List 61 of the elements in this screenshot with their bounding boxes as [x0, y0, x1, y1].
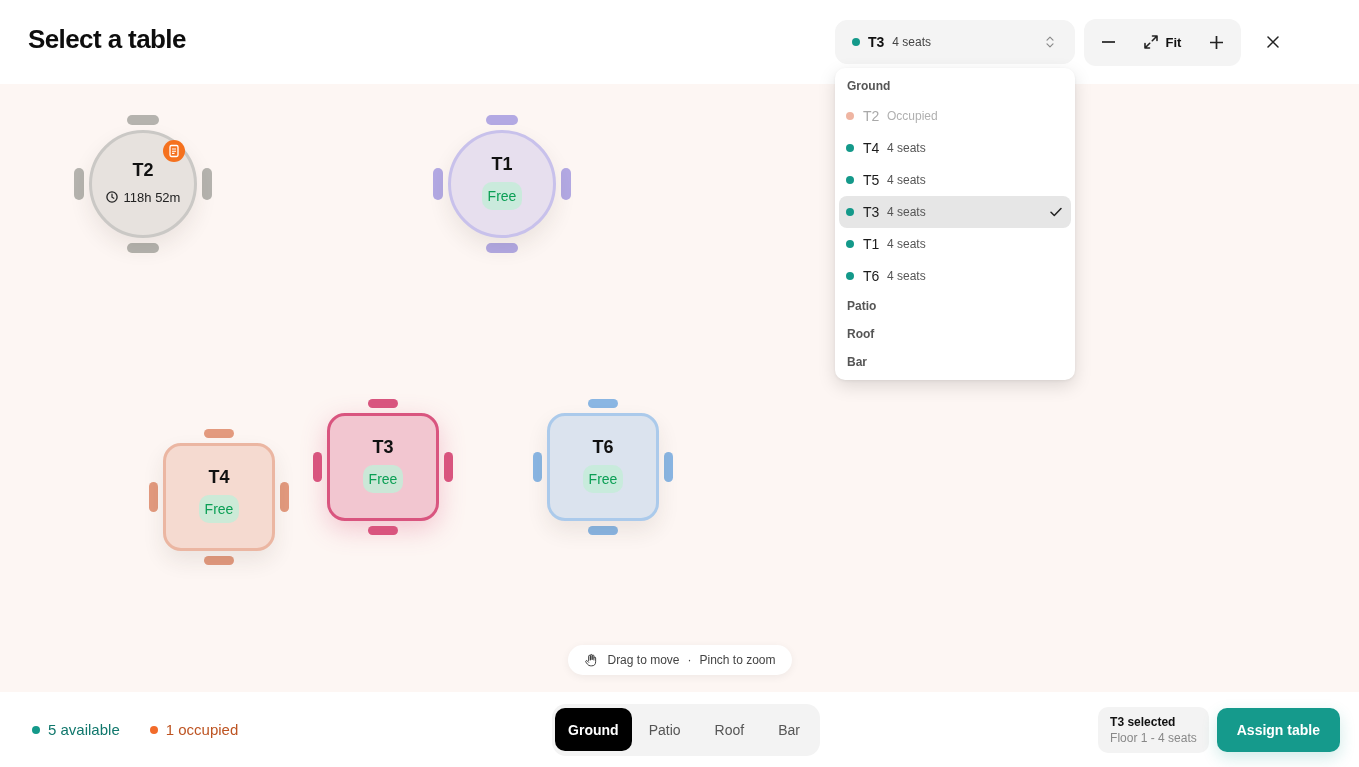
chair-icon	[444, 452, 453, 482]
chair-icon	[433, 168, 443, 200]
hint-text: Drag to move	[607, 653, 680, 667]
group-heading: Bar	[846, 354, 868, 371]
table-label: T2	[132, 159, 154, 181]
table-select[interactable]: T3 4 seats	[835, 20, 1075, 64]
plus-icon	[1210, 35, 1224, 49]
summary-detail: Floor 1 - 4 seats	[1110, 730, 1197, 745]
chair-icon	[486, 243, 518, 253]
chair-icon	[368, 526, 398, 535]
table-label: T3	[372, 437, 394, 458]
status-badge: Free	[582, 465, 624, 493]
page-title: Select a table	[28, 24, 186, 55]
table-label: T4	[208, 467, 230, 488]
floor-tab[interactable]: Ground	[555, 708, 632, 751]
chevron-updown-icon	[1046, 36, 1054, 48]
chair-icon	[149, 482, 158, 512]
status-badge: Free	[481, 182, 523, 210]
status-badge: Free	[198, 495, 240, 523]
group-heading: Patio	[846, 298, 878, 315]
status-badge: Free	[362, 465, 404, 493]
hint-text: Pinch to zoom	[699, 653, 776, 667]
floor-tab[interactable]: Bar	[761, 708, 817, 751]
chair-icon	[127, 243, 159, 253]
check-icon	[1050, 207, 1062, 217]
chair-icon	[313, 452, 322, 482]
table-top[interactable]: T1 Free	[448, 130, 556, 238]
close-icon	[1267, 36, 1279, 48]
chair-icon	[204, 556, 234, 565]
table-label: T6	[592, 437, 614, 458]
group-heading: Roof	[846, 326, 876, 343]
chair-icon	[588, 526, 618, 535]
chair-icon	[664, 452, 673, 482]
table-top[interactable]: T4 Free	[163, 443, 275, 551]
timer-text: 118h 52m	[123, 189, 181, 205]
hand-icon	[583, 653, 598, 667]
table-top[interactable]: T3 Free	[327, 413, 439, 521]
dropdown-option[interactable]: T5 4 seats	[839, 164, 1071, 196]
expand-icon	[1143, 35, 1158, 49]
dropdown-option[interactable]: T4 4 seats	[839, 132, 1071, 164]
floor-tab[interactable]: Patio	[631, 708, 698, 751]
floor-tab[interactable]: Roof	[697, 708, 762, 751]
clock-icon	[105, 191, 118, 203]
chair-icon	[561, 168, 571, 200]
chair-icon	[533, 452, 542, 482]
fit-button[interactable]: Fit	[1137, 26, 1188, 58]
chair-icon	[74, 168, 84, 200]
chair-icon	[280, 482, 289, 512]
dropdown-option[interactable]: T6 4 seats	[839, 260, 1071, 292]
separator-text: ·	[687, 653, 692, 667]
table-top[interactable]: T2 118h 52m	[89, 130, 197, 238]
legend-label: 1 occupied	[165, 721, 239, 738]
summary-title: T3 selected	[1110, 714, 1177, 729]
minus-icon	[1101, 41, 1115, 43]
dropdown-option[interactable]: T3 4 seats	[839, 196, 1071, 228]
legend-label: 5 available	[48, 721, 120, 738]
dropdown-option[interactable]: T1 4 seats	[839, 228, 1071, 260]
table-top[interactable]: T6 Free	[547, 413, 659, 521]
table-label: T1	[491, 154, 513, 175]
group-heading: Ground	[846, 78, 892, 95]
chair-icon	[202, 168, 212, 200]
